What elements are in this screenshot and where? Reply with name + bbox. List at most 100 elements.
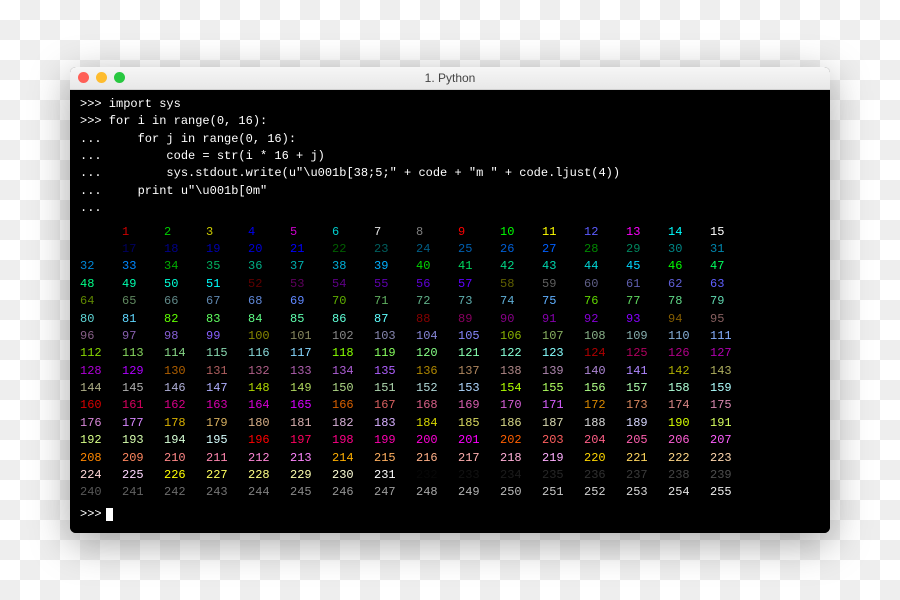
color-cell: 116	[248, 345, 290, 362]
color-cell: 237	[626, 467, 668, 484]
color-cell: 132	[248, 363, 290, 380]
color-cell: 199	[374, 432, 416, 449]
grid-row: 208 209 210 211 212 213 214 215 216 217 …	[80, 450, 820, 467]
color-cell: 52	[248, 276, 290, 293]
color-cell: 85	[290, 311, 332, 328]
color-cell: 175	[710, 397, 752, 414]
color-cell: 254	[668, 484, 710, 501]
color-cell: 165	[290, 397, 332, 414]
color-cell: 14	[668, 224, 710, 241]
color-cell: 241	[122, 484, 164, 501]
color-cell: 215	[374, 450, 416, 467]
color-cell: 186	[500, 415, 542, 432]
color-cell: 243	[206, 484, 248, 501]
color-cell: 130	[164, 363, 206, 380]
grid-row: 96 97 98 99 100 101 102 103 104 105 106 …	[80, 328, 820, 345]
color-cell: 214	[332, 450, 374, 467]
color-cell: 45	[626, 258, 668, 275]
color-cell: 161	[122, 397, 164, 414]
color-cell: 38	[332, 258, 374, 275]
color-cell: 242	[164, 484, 206, 501]
color-cell: 65	[122, 293, 164, 310]
color-cell: 156	[584, 380, 626, 397]
grid-row: 0 1 2 3 4 5 6 7 8 9 10 11 12 13 14 15	[80, 224, 820, 241]
color-cell: 31	[710, 241, 752, 258]
color-cell: 209	[122, 450, 164, 467]
color-cell: 1	[122, 224, 164, 241]
color-cell: 224	[80, 467, 122, 484]
color-cell: 11	[542, 224, 584, 241]
color-cell: 170	[500, 397, 542, 414]
color-cell: 218	[500, 450, 542, 467]
color-cell: 250	[500, 484, 542, 501]
color-cell: 189	[626, 415, 668, 432]
color-cell: 136	[416, 363, 458, 380]
color-cell: 62	[668, 276, 710, 293]
color-cell: 119	[374, 345, 416, 362]
color-cell: 169	[458, 397, 500, 414]
color-cell: 171	[542, 397, 584, 414]
color-cell: 153	[458, 380, 500, 397]
color-cell: 137	[458, 363, 500, 380]
color-cell: 225	[122, 467, 164, 484]
color-cell: 71	[374, 293, 416, 310]
color-cell: 149	[290, 380, 332, 397]
grid-row: 16 17 18 19 20 21 22 23 24 25 26 27 28 2…	[80, 241, 820, 258]
color-cell: 76	[584, 293, 626, 310]
color-cell: 195	[206, 432, 248, 449]
color-cell: 197	[290, 432, 332, 449]
color-cell: 82	[164, 311, 206, 328]
color-cell: 30	[668, 241, 710, 258]
repl-prompt: >>>	[80, 506, 102, 523]
color-cell: 97	[122, 328, 164, 345]
color-cell: 46	[668, 258, 710, 275]
color-cell: 57	[458, 276, 500, 293]
color-cell: 42	[500, 258, 542, 275]
color-cell: 167	[374, 397, 416, 414]
color-cell: 163	[206, 397, 248, 414]
color-cell: 16	[80, 241, 122, 258]
color-cell: 210	[164, 450, 206, 467]
color-cell: 151	[374, 380, 416, 397]
color-cell: 5	[290, 224, 332, 241]
color-cell: 32	[80, 258, 122, 275]
color-cell: 47	[710, 258, 752, 275]
color-cell: 10	[500, 224, 542, 241]
color-cell: 106	[500, 328, 542, 345]
grid-row: 224 225 226 227 228 229 230 231 232 233 …	[80, 467, 820, 484]
color-cell: 12	[584, 224, 626, 241]
color-cell: 240	[80, 484, 122, 501]
grid-row: 112 113 114 115 116 117 118 119 120 121 …	[80, 345, 820, 362]
color-cell: 41	[458, 258, 500, 275]
color-cell: 193	[122, 432, 164, 449]
color-cell: 251	[542, 484, 584, 501]
color-cell: 202	[500, 432, 542, 449]
color-cell: 190	[668, 415, 710, 432]
color-cell: 18	[164, 241, 206, 258]
terminal-body[interactable]: >>> import sys >>> for i in range(0, 16)…	[70, 90, 830, 533]
window-title: 1. Python	[70, 71, 830, 85]
color-cell: 158	[668, 380, 710, 397]
color-cell: 176	[80, 415, 122, 432]
color-cell: 211	[206, 450, 248, 467]
color-cell: 236	[584, 467, 626, 484]
color-cell: 159	[710, 380, 752, 397]
color-cell: 36	[248, 258, 290, 275]
color-cell: 142	[668, 363, 710, 380]
color-cell: 100	[248, 328, 290, 345]
color-cell: 29	[626, 241, 668, 258]
color-cell: 77	[626, 293, 668, 310]
color-cell: 54	[332, 276, 374, 293]
color-cell: 64	[80, 293, 122, 310]
color-cell: 248	[416, 484, 458, 501]
color-cell: 67	[206, 293, 248, 310]
color-cell: 143	[710, 363, 752, 380]
color-cell: 50	[164, 276, 206, 293]
color-cell: 117	[290, 345, 332, 362]
color-cell: 227	[206, 467, 248, 484]
color-cell: 125	[626, 345, 668, 362]
color-cell: 187	[542, 415, 584, 432]
color-cell: 208	[80, 450, 122, 467]
color-cell: 228	[248, 467, 290, 484]
repl-prompt-line[interactable]: >>>	[80, 506, 820, 523]
